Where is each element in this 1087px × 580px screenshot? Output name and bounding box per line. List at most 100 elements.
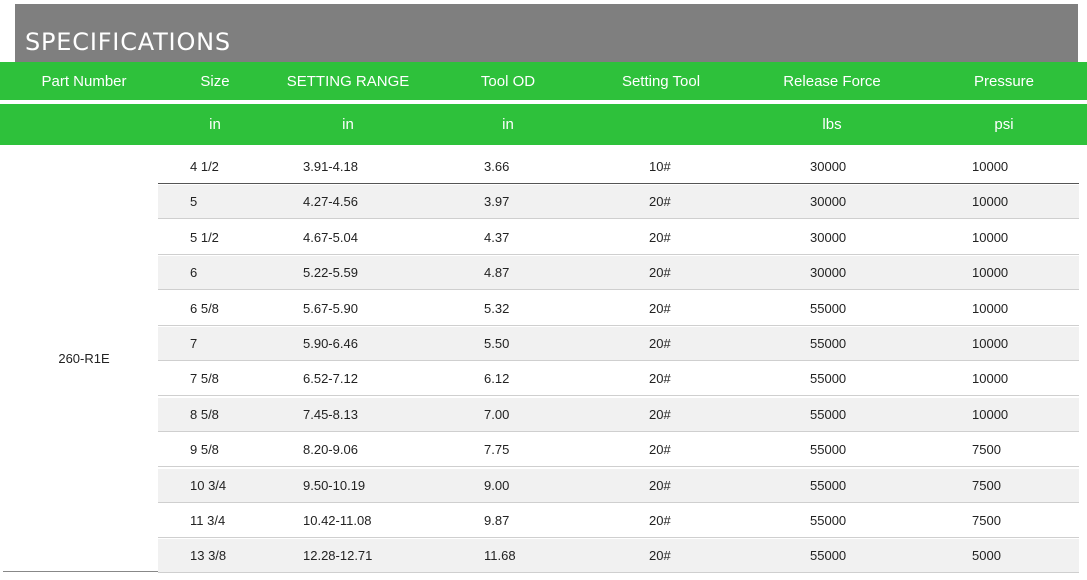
table-row: 6 5/8 5.67-5.90 5.32 20# 55000 10000 [158,292,1079,326]
setting-tool-cell: 10# [649,159,671,174]
tool-od-cell: 5.32 [484,300,510,316]
pressure-cell: 7500 [972,442,1001,458]
header-pressure: Pressure [973,72,1035,90]
header-size: Size [200,72,230,90]
pressure-cell: 10000 [972,406,1009,422]
table-row: 10 3/4 9.50-10.19 9.00 20# 55000 7500 [158,468,1079,503]
release-force-cell: 55000 [810,335,847,351]
pressure-cell: 5000 [972,548,1001,564]
setting-tool-cell: 20# [649,477,671,493]
pressure-cell: 10000 [972,159,1009,174]
release-force-cell: 30000 [810,265,847,281]
setting-range-cell: 4.27-4.56 [303,194,358,210]
setting-tool-cell: 20# [649,512,671,528]
release-force-cell: 55000 [810,548,847,564]
release-force-cell: 55000 [810,406,847,422]
pressure-cell: 10000 [972,194,1009,210]
size-cell: 7 5/8 [190,371,219,387]
tool-od-cell: 9.87 [484,512,510,528]
title-bar: SPECIFICATIONS [15,4,1078,62]
header-setting-range: SETTING RANGE [286,72,410,90]
size-cell: 13 3/8 [190,548,227,564]
pressure-cell: 7500 [972,512,1001,528]
size-cell: 8 5/8 [190,406,219,422]
unit-setting-range: in [342,116,354,133]
size-cell: 6 5/8 [190,300,219,316]
unit-part-number [0,104,168,145]
unit-size: in [209,116,221,133]
table-row: 4 1/2 3.91-4.18 3.66 10# 30000 10000 [158,150,1079,184]
table-row: 8 5/8 7.45-8.13 7.00 20# 55000 10000 [158,397,1079,432]
size-cell: 9 5/8 [190,442,219,458]
setting-range-cell: 5.22-5.59 [303,265,358,281]
tool-od-cell: 4.37 [484,229,510,245]
pressure-cell: 10000 [972,335,1009,351]
setting-range-cell: 9.50-10.19 [303,477,366,493]
header-part-number: Part Number [41,72,127,90]
release-force-cell: 30000 [810,159,847,174]
pressure-cell: 10000 [972,300,1009,316]
pressure-cell: 10000 [972,265,1009,281]
setting-range-cell: 8.20-9.06 [303,442,358,458]
setting-range-cell: 6.52-7.12 [303,371,358,387]
tool-od-cell: 9.00 [484,477,510,493]
unit-release-force: lbs [822,116,842,133]
table-row: 11 3/4 10.42-11.08 9.87 20# 55000 7500 [158,504,1079,538]
tool-od-cell: 7.00 [484,406,510,422]
part-number-cell: 260-R1E [58,350,110,366]
setting-tool-cell: 20# [649,442,671,458]
page-title: SPECIFICATIONS [25,28,231,56]
table-row: 5 1/2 4.67-5.04 4.37 20# 30000 10000 [158,221,1079,255]
setting-tool-cell: 20# [649,300,671,316]
size-cell: 4 1/2 [190,159,219,174]
unit-setting-tool [582,104,740,145]
tool-od-cell: 7.75 [484,442,510,458]
table-units-row: in in in lbs psi [0,104,1087,145]
pressure-cell: 10000 [972,371,1009,387]
setting-tool-cell: 20# [649,335,671,351]
setting-range-cell: 5.67-5.90 [303,300,358,316]
size-cell: 11 3/4 [190,512,226,528]
size-cell: 5 1/2 [190,229,219,245]
release-force-cell: 30000 [810,229,847,245]
unit-tool-od: in [502,116,514,133]
pressure-cell: 7500 [972,477,1001,493]
table-row: 6 5.22-5.59 4.87 20# 30000 10000 [158,256,1079,291]
part-cell-divider [3,571,158,572]
tool-od-cell: 6.12 [484,371,510,387]
tool-od-cell: 11.68 [484,548,516,564]
header-release-force: Release Force [783,72,881,90]
tool-od-cell: 5.50 [484,335,510,351]
setting-tool-cell: 20# [649,265,671,281]
tool-od-cell: 3.97 [484,194,510,210]
header-setting-tool: Setting Tool [621,72,701,90]
setting-range-cell: 7.45-8.13 [303,406,358,422]
setting-tool-cell: 20# [649,194,671,210]
setting-range-cell: 5.90-6.46 [303,335,358,351]
table-row: 9 5/8 8.20-9.06 7.75 20# 55000 7500 [158,433,1079,468]
pressure-cell: 10000 [972,229,1009,245]
setting-tool-cell: 20# [649,406,671,422]
release-force-cell: 30000 [810,194,847,210]
table-row: 13 3/8 12.28-12.71 11.68 20# 55000 5000 [158,539,1079,574]
size-cell: 7 [190,335,198,351]
size-cell: 5 [190,194,198,210]
unit-pressure: psi [994,116,1014,133]
table-row: 5 4.27-4.56 3.97 20# 30000 10000 [158,185,1079,220]
table-header-row: Part Number Size SETTING RANGE Tool OD S… [0,62,1087,100]
table-body: 4 1/2 3.91-4.18 3.66 10# 30000 10000 5 4… [158,150,1079,575]
release-force-cell: 55000 [810,300,847,316]
setting-tool-cell: 20# [649,371,671,387]
table-row: 7 5/8 6.52-7.12 6.12 20# 55000 10000 [158,362,1079,397]
tool-od-cell: 4.87 [484,265,510,281]
setting-range-cell: 3.91-4.18 [303,159,358,174]
release-force-cell: 55000 [810,442,847,458]
specifications-page: SPECIFICATIONS Part Number Size SETTING … [0,0,1087,580]
setting-tool-cell: 20# [649,548,671,564]
setting-range-cell: 12.28-12.71 [303,548,373,564]
size-cell: 10 3/4 [190,477,227,493]
tool-od-cell: 3.66 [484,159,510,174]
setting-range-cell: 10.42-11.08 [303,512,372,528]
setting-tool-cell: 20# [649,229,671,245]
header-tool-od: Tool OD [480,72,536,90]
